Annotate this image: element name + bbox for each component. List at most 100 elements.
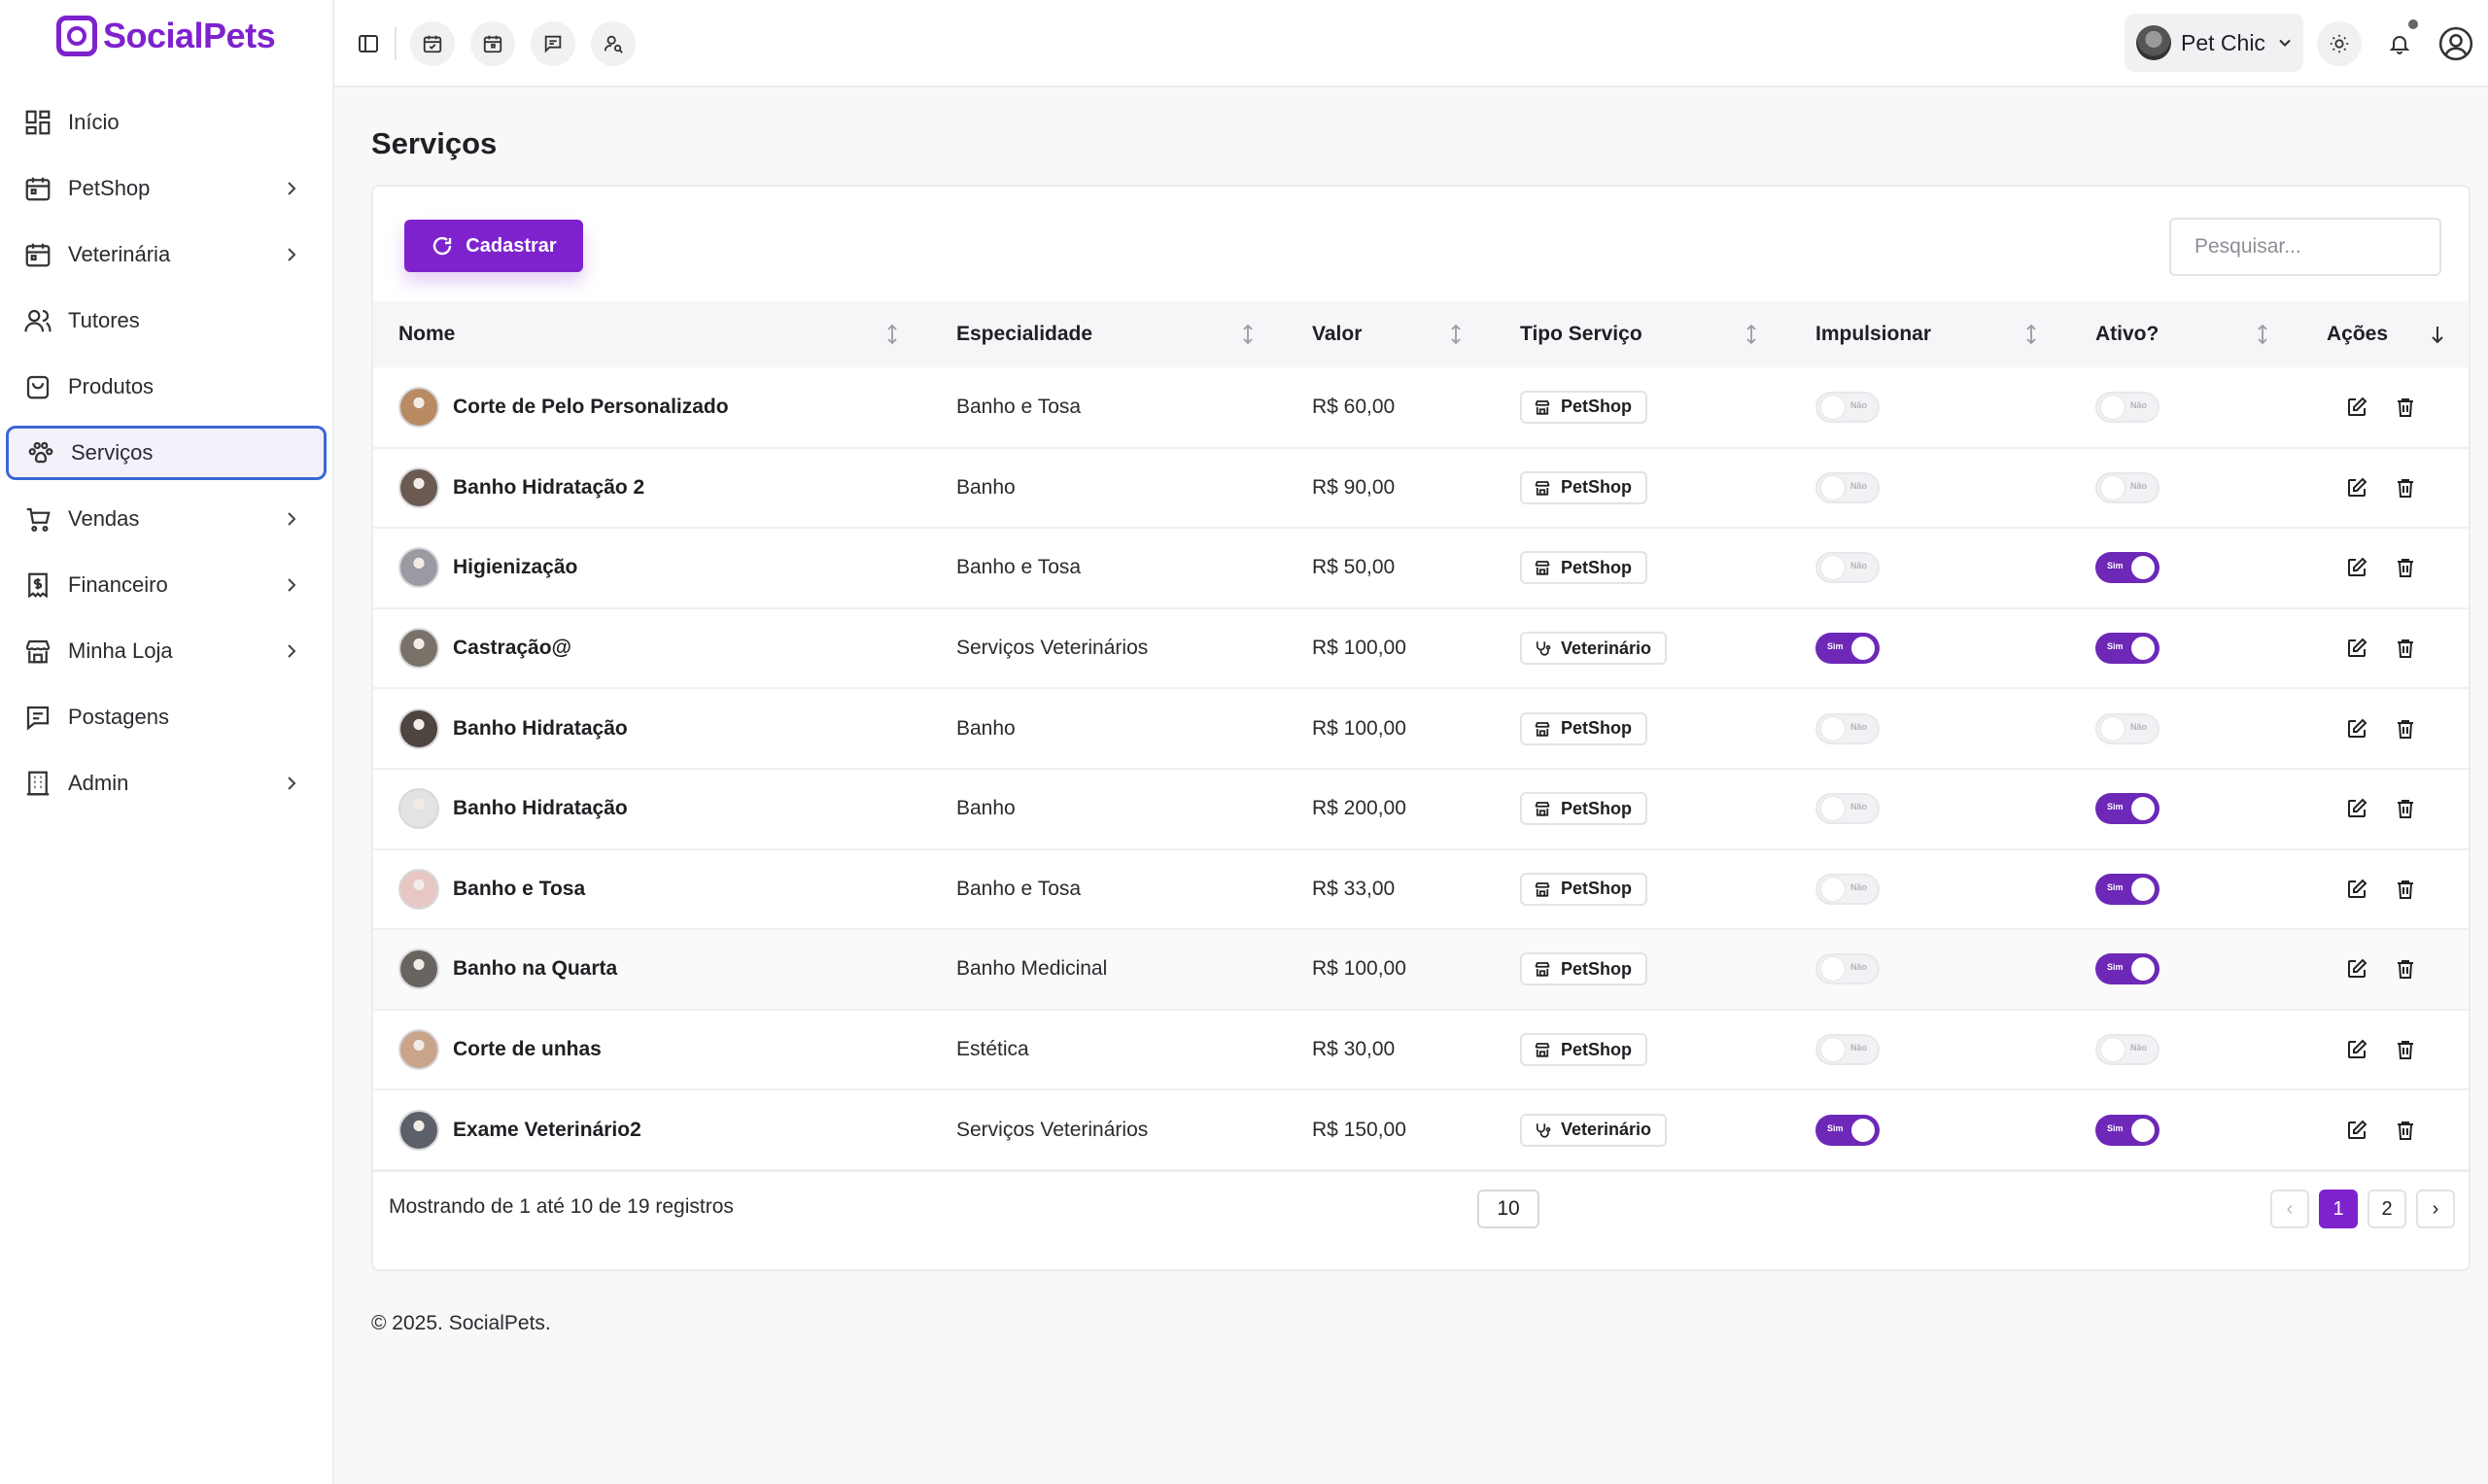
trash-icon[interactable] bbox=[2393, 956, 2418, 982]
store-icon bbox=[1534, 559, 1551, 576]
trash-icon[interactable] bbox=[2393, 395, 2418, 420]
table-row[interactable]: Banho na Quarta Banho Medicinal R$ 100,00 P… bbox=[373, 929, 2469, 1010]
sun-icon[interactable] bbox=[2317, 21, 2362, 66]
service-type-badge: PetShop bbox=[1520, 792, 1648, 826]
active-toggle[interactable]: Sim bbox=[2095, 633, 2160, 665]
boost-toggle[interactable]: Não bbox=[1815, 873, 1880, 905]
edit-icon[interactable] bbox=[2344, 1118, 2369, 1143]
sidebar-item-petshop[interactable]: PetShop bbox=[0, 155, 334, 222]
active-toggle[interactable]: Não bbox=[2095, 1034, 2160, 1066]
boost-toggle[interactable]: Sim bbox=[1815, 633, 1880, 665]
column-header-especialidade[interactable]: Especialidade bbox=[931, 301, 1287, 367]
edit-icon[interactable] bbox=[2344, 716, 2369, 742]
table-row[interactable]: Banho Hidratação Banho R$ 100,00 PetShop Não… bbox=[373, 688, 2469, 769]
trash-icon[interactable] bbox=[2393, 475, 2418, 500]
boost-toggle[interactable]: Sim bbox=[1815, 1114, 1880, 1146]
table-row[interactable]: Banho Hidratação 2 Banho R$ 90,00 PetShop Nã… bbox=[373, 448, 2469, 529]
chat-icon[interactable] bbox=[531, 21, 575, 66]
table-row[interactable]: Castração@ Serviços Veterinários R$ 100,00… bbox=[373, 608, 2469, 689]
edit-icon[interactable] bbox=[2344, 475, 2369, 500]
edit-icon[interactable] bbox=[2344, 877, 2369, 902]
users-icon bbox=[21, 304, 54, 337]
column-header-ativo[interactable]: Ativo? bbox=[2070, 301, 2301, 367]
trash-icon[interactable] bbox=[2393, 796, 2418, 821]
table-row[interactable]: Exame Veterinário2 Serviços Veterinários R… bbox=[373, 1089, 2469, 1170]
edit-icon[interactable] bbox=[2344, 796, 2369, 821]
toggle-label: Não bbox=[1849, 561, 1867, 571]
sidebar-item-servicos[interactable]: Serviços bbox=[6, 426, 327, 480]
toggle-label: Não bbox=[2129, 399, 2147, 410]
search-input[interactable] bbox=[2169, 218, 2441, 276]
active-toggle[interactable]: Sim bbox=[2095, 873, 2160, 905]
boost-toggle[interactable]: Não bbox=[1815, 712, 1880, 744]
service-value: R$ 100,00 bbox=[1312, 716, 1406, 740]
column-header-impulsionar[interactable]: Impulsionar bbox=[1790, 301, 2070, 367]
column-header-valor[interactable]: Valor bbox=[1287, 301, 1495, 367]
add-service-button[interactable]: Cadastrar bbox=[404, 220, 583, 272]
sidebar-item-produtos[interactable]: Produtos bbox=[0, 354, 334, 420]
page-button-2[interactable]: 2 bbox=[2367, 1190, 2406, 1228]
per-page-select[interactable]: 10 bbox=[1477, 1190, 1539, 1228]
sidebar-item-postagens[interactable]: Postagens bbox=[0, 684, 334, 750]
trash-icon[interactable] bbox=[2393, 1037, 2418, 1062]
table-row[interactable]: Banho Hidratação Banho R$ 200,00 PetShop Não… bbox=[373, 769, 2469, 849]
table-row[interactable]: Corte de unhas Estética R$ 30,00 PetShop Não… bbox=[373, 1010, 2469, 1090]
store-avatar bbox=[2136, 25, 2171, 60]
services-table: Nome Especialidade Valor Tipo Serviço Impuls… bbox=[373, 301, 2469, 1171]
calendar-icon[interactable] bbox=[470, 21, 515, 66]
active-toggle[interactable]: Sim bbox=[2095, 793, 2160, 825]
trash-icon[interactable] bbox=[2393, 636, 2418, 661]
service-specialty: Banho Medicinal bbox=[956, 957, 1108, 981]
active-toggle[interactable]: Não bbox=[2095, 712, 2160, 744]
calendar-check-icon[interactable] bbox=[410, 21, 455, 66]
edit-icon[interactable] bbox=[2344, 395, 2369, 420]
active-toggle[interactable]: Sim bbox=[2095, 552, 2160, 584]
stethoscope-icon bbox=[1534, 1122, 1551, 1139]
boost-toggle[interactable]: Não bbox=[1815, 471, 1880, 503]
user-search-icon[interactable] bbox=[591, 21, 636, 66]
trash-icon[interactable] bbox=[2393, 1118, 2418, 1143]
active-toggle[interactable]: Não bbox=[2095, 471, 2160, 503]
active-toggle[interactable]: Não bbox=[2095, 391, 2160, 423]
service-type-badge: PetShop bbox=[1520, 1033, 1648, 1067]
store-selector[interactable]: Pet Chic bbox=[2125, 14, 2303, 72]
column-header-tipo-servico[interactable]: Tipo Serviço bbox=[1495, 301, 1790, 367]
boost-toggle[interactable]: Não bbox=[1815, 1034, 1880, 1066]
active-toggle[interactable]: Sim bbox=[2095, 953, 2160, 985]
service-type-label: Veterinário bbox=[1561, 638, 1652, 658]
next-page-button[interactable]: › bbox=[2416, 1190, 2455, 1228]
sidebar-item-minha-loja[interactable]: Minha Loja bbox=[0, 618, 334, 684]
table-row[interactable]: Banho e Tosa Banho e Tosa R$ 33,00 PetShop N… bbox=[373, 849, 2469, 930]
column-header-nome[interactable]: Nome bbox=[373, 301, 931, 367]
bell-icon[interactable] bbox=[2377, 19, 2422, 66]
trash-icon[interactable] bbox=[2393, 877, 2418, 902]
boost-toggle[interactable]: Não bbox=[1815, 391, 1880, 423]
service-type-badge: PetShop bbox=[1520, 470, 1648, 504]
edit-icon[interactable] bbox=[2344, 555, 2369, 580]
trash-icon[interactable] bbox=[2393, 716, 2418, 742]
service-type-badge: PetShop bbox=[1520, 952, 1648, 986]
sidebar-toggle-icon[interactable] bbox=[346, 21, 391, 66]
app-logo[interactable]: SocialPets bbox=[56, 14, 276, 58]
store-icon bbox=[21, 635, 54, 668]
sidebar-item-admin[interactable]: Admin bbox=[0, 750, 334, 816]
boost-toggle[interactable]: Não bbox=[1815, 552, 1880, 584]
sidebar-item-inicio[interactable]: Início bbox=[0, 89, 334, 155]
active-toggle[interactable]: Sim bbox=[2095, 1114, 2160, 1146]
table-row[interactable]: Corte de Pelo Personalizado Banho e Tosa R… bbox=[373, 367, 2469, 448]
edit-icon[interactable] bbox=[2344, 636, 2369, 661]
column-header-acoes[interactable]: Ações bbox=[2301, 301, 2469, 367]
sidebar-item-veterinaria[interactable]: Veterinária bbox=[0, 222, 334, 288]
boost-toggle[interactable]: Não bbox=[1815, 793, 1880, 825]
edit-icon[interactable] bbox=[2344, 1037, 2369, 1062]
page-button-1[interactable]: 1 bbox=[2319, 1190, 2358, 1228]
sidebar-item-financeiro[interactable]: Financeiro bbox=[0, 552, 334, 618]
prev-page-button[interactable]: ‹ bbox=[2270, 1190, 2309, 1228]
user-circle-icon[interactable] bbox=[2434, 21, 2478, 66]
table-row[interactable]: Higienização Banho e Tosa R$ 50,00 PetShop N… bbox=[373, 528, 2469, 608]
sidebar-item-tutores[interactable]: Tutores bbox=[0, 288, 334, 354]
edit-icon[interactable] bbox=[2344, 956, 2369, 982]
sidebar-item-vendas[interactable]: Vendas bbox=[0, 486, 334, 552]
trash-icon[interactable] bbox=[2393, 555, 2418, 580]
boost-toggle[interactable]: Não bbox=[1815, 953, 1880, 985]
